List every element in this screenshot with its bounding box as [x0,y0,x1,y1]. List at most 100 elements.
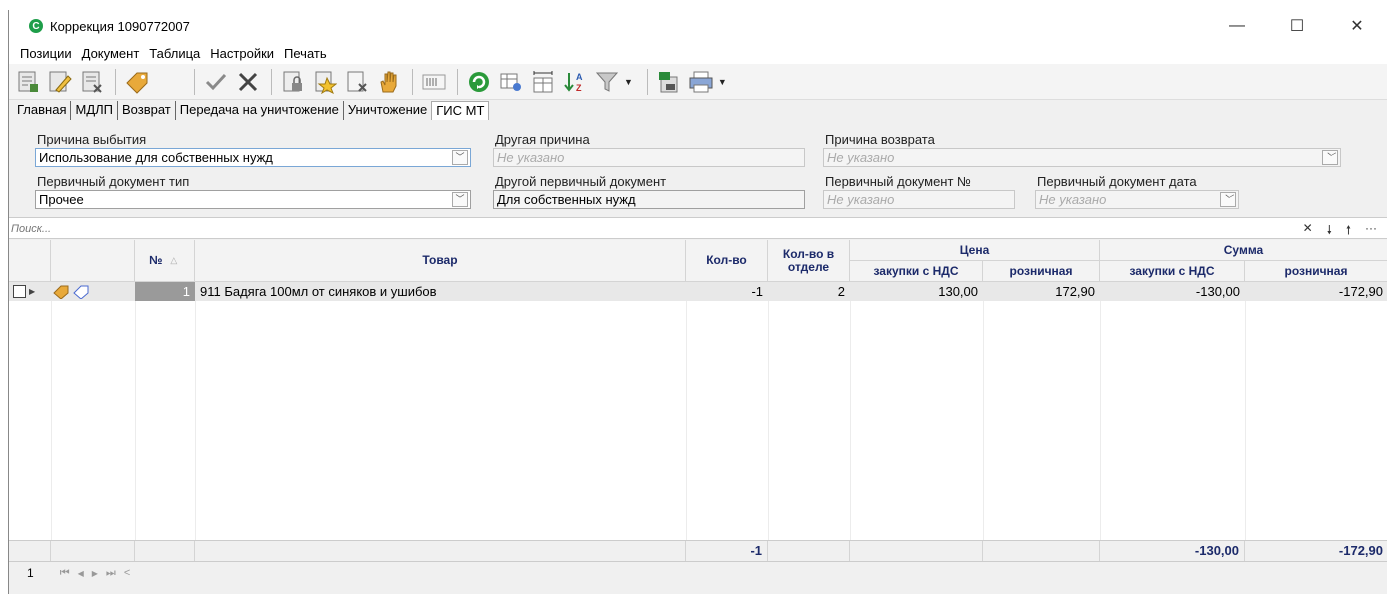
header-price-group: Цена [850,240,1100,261]
nav-last-icon[interactable]: ⏭ [106,567,116,580]
stamp-doc-icon[interactable] [310,67,340,97]
other-doc-label: Другой первичный документ [495,174,667,189]
menu-settings[interactable]: Настройки [205,46,279,61]
toolbar-separator [646,68,648,95]
add-row-icon[interactable] [13,67,43,97]
total-empty-cell [9,541,51,561]
menu-bar: Позиции Документ Таблица Настройки Печат… [9,42,1387,64]
stop-hand-icon[interactable] [374,67,404,97]
header-price-retail[interactable]: розничная [983,261,1100,282]
menu-document[interactable]: Документ [77,46,145,61]
nav-next-icon[interactable]: ▶ [92,569,98,578]
header-num[interactable]: № △ [135,240,195,282]
filter-dropdown-icon[interactable]: ▼ [624,77,633,87]
sort-asc-icon: △ [170,255,178,265]
reason-select[interactable]: Использование для собственных нужд ﹀ [35,148,471,167]
print-dropdown-icon[interactable]: ▼ [718,77,727,87]
barcode-icon[interactable] [419,67,449,97]
search-prev-icon[interactable]: 🠕 [1346,221,1351,242]
row-price-retail: 172,90 [1055,284,1095,299]
toolbar: AZ ▼ ▼ [9,64,1387,100]
tab-return[interactable]: Возврат [118,101,176,120]
header-num-label: № [149,253,163,267]
row-qty-dept: 2 [837,284,845,299]
total-empty-cell [195,541,686,561]
tab-transfer-destruction[interactable]: Передача на уничтожение [176,101,344,120]
record-navigator: 1 ⏮ ◀ ▶ ⏭ < [9,563,1387,583]
header-product[interactable]: Товар [195,240,686,282]
refresh-icon[interactable] [464,67,494,97]
tag-icon[interactable] [122,67,152,97]
nav-prev-icon[interactable]: ◀ [78,569,84,578]
menu-positions[interactable]: Позиции [15,46,77,61]
search-next-icon[interactable]: 🠗 [1327,221,1332,242]
return-reason-label: Причина возврата [825,132,935,147]
nav-first-icon[interactable]: ⏮ [60,567,70,580]
header-select [9,240,51,282]
total-qty: -1 [686,541,768,561]
minimize-button[interactable]: — [1207,10,1267,42]
tab-destruction[interactable]: Уничтожение [344,101,431,120]
cancel-icon[interactable] [233,67,263,97]
filter-icon[interactable] [592,67,622,97]
grid-column-line [195,282,196,540]
table-settings-icon[interactable] [496,67,526,97]
table-row[interactable]: ▶ 1 911 Бадяга 100мл от синяков и ушибов… [9,282,1387,301]
doc-delete-icon[interactable] [342,67,372,97]
row-expand-icon[interactable]: ▶ [29,282,35,301]
chevron-down-icon[interactable]: ﹀ [1220,192,1236,207]
search-more-icon[interactable]: ··· [1365,221,1377,242]
title-bar: C Коррекция 1090772007 — ☐ ✕ [9,10,1387,42]
window-title: Коррекция 1090772007 [50,18,190,34]
column-width-icon[interactable] [528,67,558,97]
correction-window: C Коррекция 1090772007 — ☐ ✕ Позиции Док… [8,10,1387,594]
record-index: 1 [27,566,34,580]
grid-column-line [1245,282,1246,540]
tab-mdlp[interactable]: МДЛП [71,101,118,120]
other-reason-field[interactable]: Не указано [493,148,805,167]
other-doc-field[interactable]: Для собственных нужд [493,190,805,209]
check-icon[interactable] [201,67,231,97]
toolbar-separator [194,68,195,95]
row-icons-cell [51,282,135,301]
menu-table[interactable]: Таблица [144,46,205,61]
clear-search-icon[interactable]: ✕ [1303,221,1313,242]
row-checkbox[interactable] [13,285,26,298]
tab-main[interactable]: Главная [13,101,72,120]
grid-column-line [1100,282,1101,540]
export-excel-icon[interactable] [654,67,684,97]
doc-number-field[interactable]: Не указано [823,190,1015,209]
chevron-down-icon[interactable]: ﹀ [452,150,468,165]
total-empty-cell [135,541,195,561]
header-price-purchase[interactable]: закупки с НДС [850,261,983,282]
menu-print[interactable]: Печать [279,46,332,61]
grid-column-line [983,282,984,540]
header-qty[interactable]: Кол-во [686,240,768,282]
delete-row-icon[interactable] [77,67,107,97]
close-button[interactable]: ✕ [1327,10,1387,42]
reason-label: Причина выбытия [37,132,147,147]
lock-doc-icon[interactable] [278,67,308,97]
chevron-down-icon[interactable]: ﹀ [1322,150,1338,165]
header-qty-dept[interactable]: Кол-во в отделе [768,240,850,282]
tab-gis-mt[interactable]: ГИС МТ [431,101,490,120]
edit-icon[interactable] [45,67,75,97]
chevron-down-icon[interactable]: ﹀ [452,192,468,207]
print-icon[interactable] [686,67,716,97]
doc-type-value: Прочее [39,192,84,207]
doc-date-picker[interactable]: Не указано ﹀ [1035,190,1239,209]
other-reason-label: Другая причина [495,132,590,147]
maximize-button[interactable]: ☐ [1267,10,1327,42]
grid-column-line [768,282,769,540]
sort-az-icon[interactable]: AZ [560,67,590,97]
search-bar: ✕ 🠗 🠕 ··· [9,217,1387,239]
total-sum-purchase: -130,00 [1100,541,1245,561]
header-sum-retail[interactable]: розничная [1245,261,1387,282]
search-input[interactable] [11,220,311,237]
doc-type-select[interactable]: Прочее ﹀ [35,190,471,209]
return-reason-select[interactable]: Не указано ﹀ [823,148,1341,167]
nav-back-icon[interactable]: < [124,567,130,579]
header-sum-purchase[interactable]: закупки с НДС [1100,261,1245,282]
app-logo-icon: C [29,19,43,33]
form-panel: Причина выбытия Использование для собств… [9,120,1387,214]
